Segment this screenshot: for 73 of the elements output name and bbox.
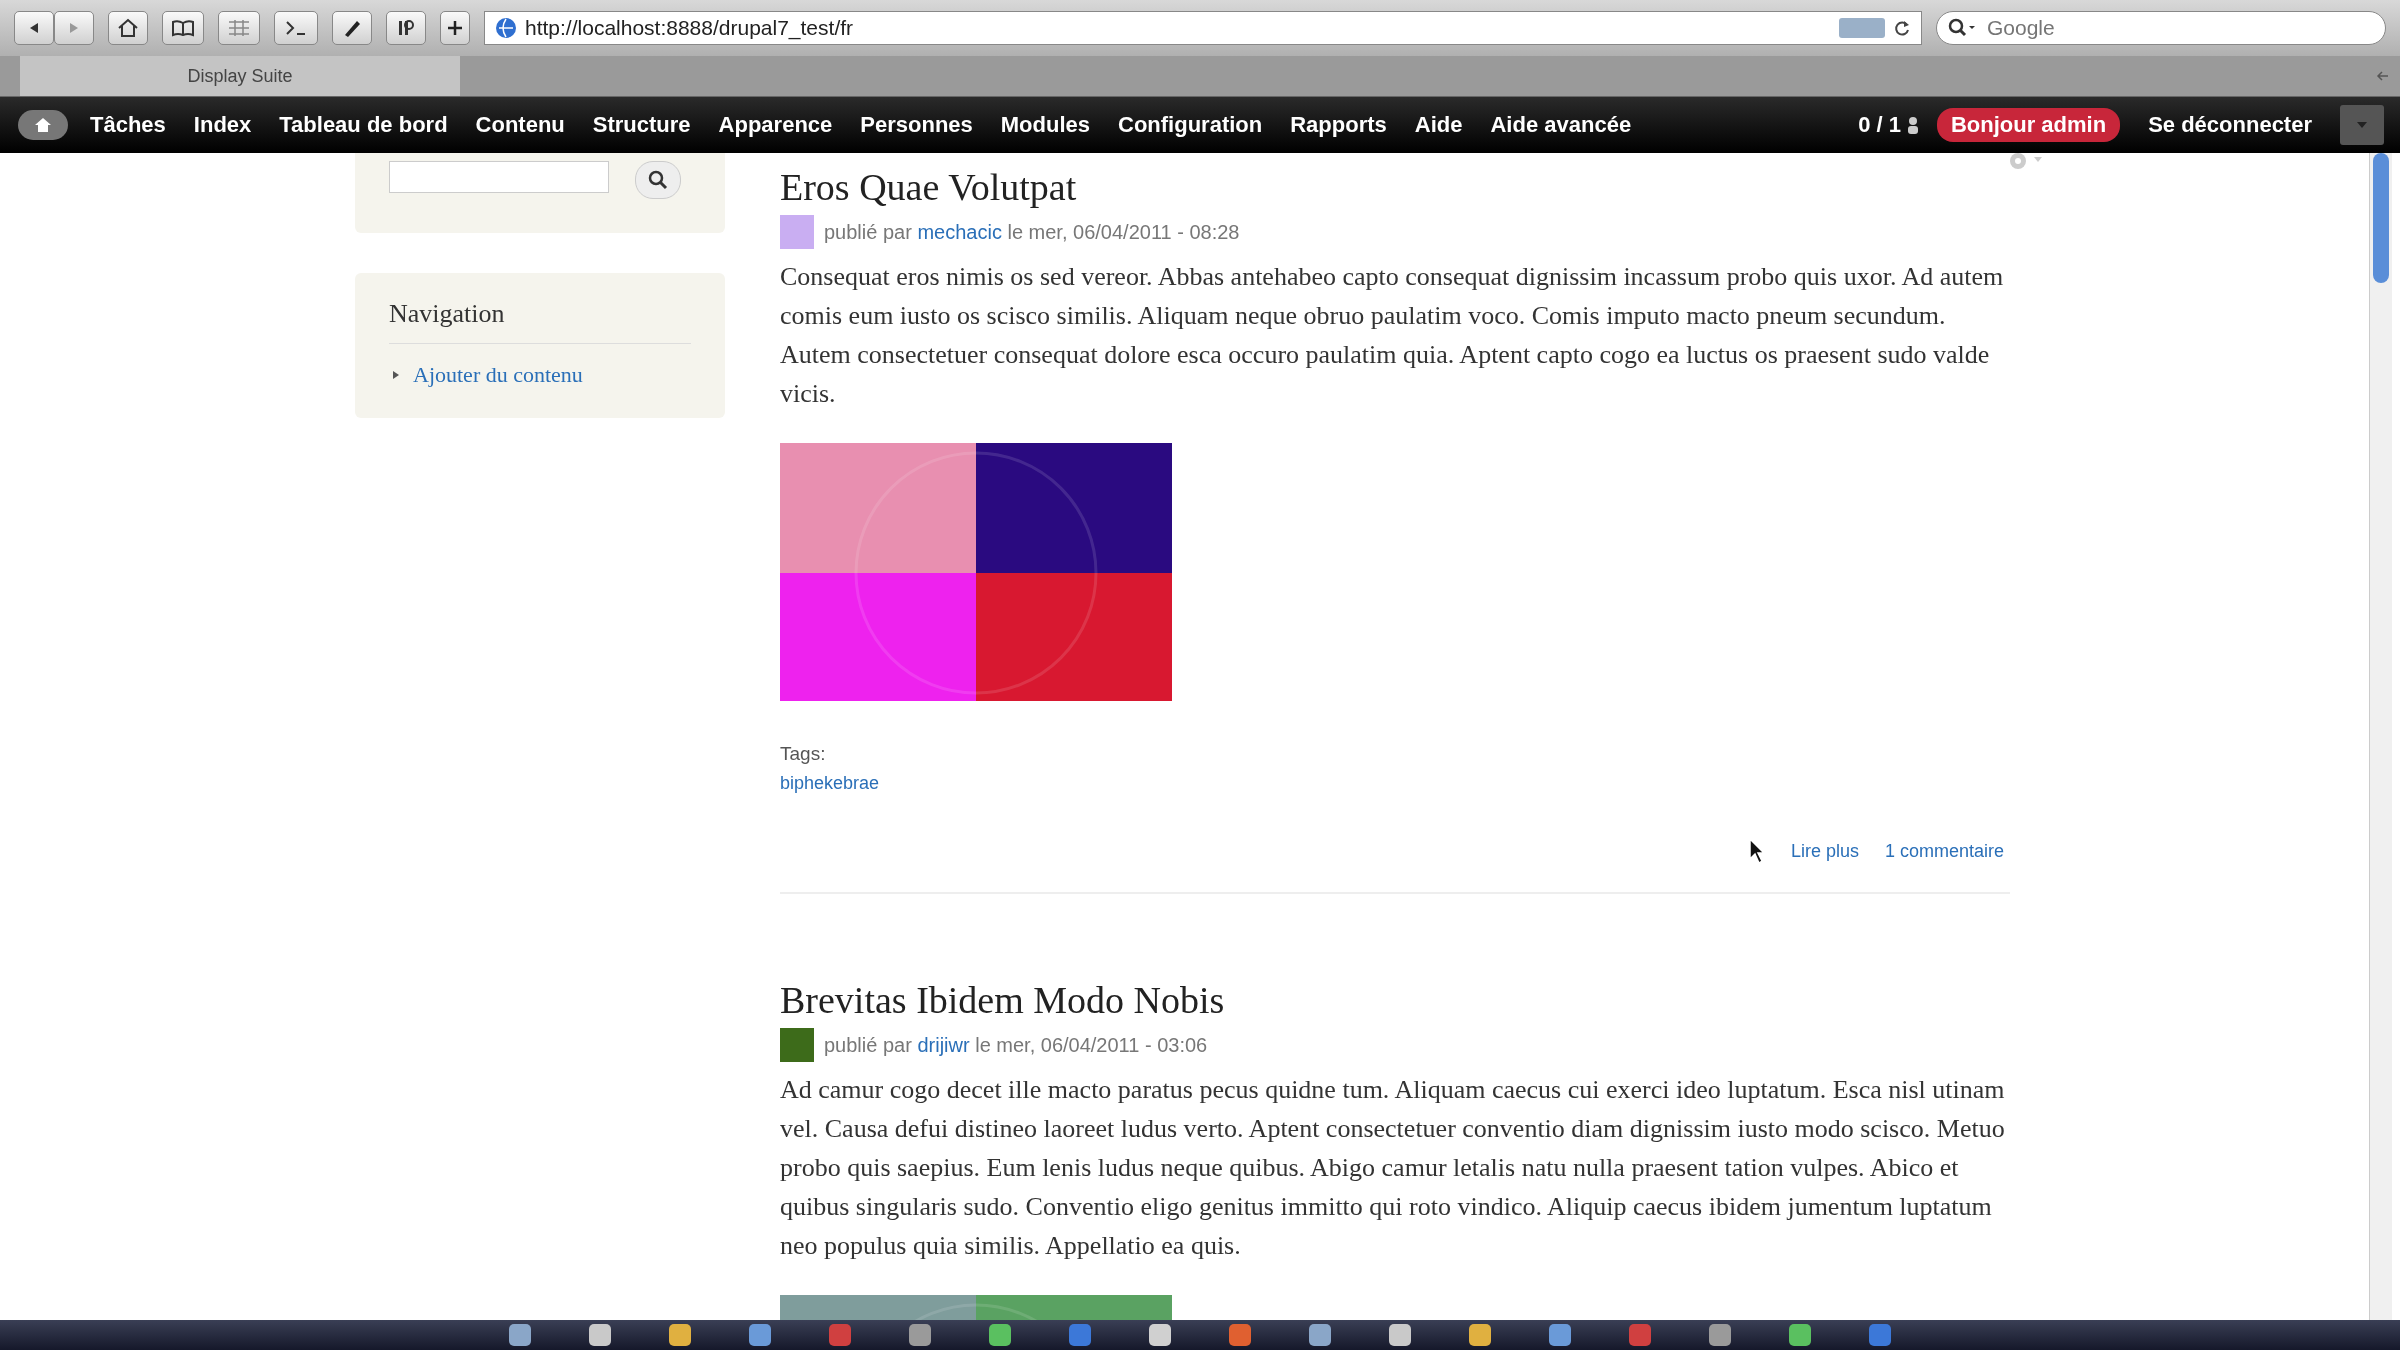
- grid-button[interactable]: [218, 11, 260, 45]
- home-icon: [117, 18, 139, 38]
- author-link[interactable]: mechacic: [917, 220, 1002, 243]
- address-field[interactable]: http://localhost:8888/drupal7_test/fr: [484, 11, 1922, 45]
- post-meta: publié par mechacic le mer, 06/04/2011 - 08:28: [824, 220, 1240, 244]
- home-icon: [33, 116, 53, 134]
- user-count: 0 / 1: [1858, 112, 1901, 138]
- admin-menu-item[interactable]: Structure: [592, 112, 691, 138]
- article-body: Consequat eros nimis os sed vereor. Abbas antehabeo capto consequat dignissim incassum probo quis uxor. Ad autem comis eum iusto os scisco similis. Aliquam neque obruo paulatim voco. Comis imputo macto pneum secundum. Autem consectetuer consequat dolore esca occuro paulatim quia. Aptent capto cogo ea luctus os praesent sudo valde vicis.: [780, 261, 2005, 410]
- shortcut-toggle[interactable]: [2340, 105, 2384, 145]
- tool-button[interactable]: [332, 11, 372, 45]
- home-button[interactable]: [18, 110, 68, 140]
- app-icon[interactable]: [749, 1324, 771, 1346]
- arrow-icon[interactable]: [2376, 69, 2390, 83]
- grid-icon: [227, 19, 251, 37]
- bullet-icon: [393, 371, 399, 379]
- admin-menu-item[interactable]: Apparence: [718, 112, 833, 138]
- admin-menu-item[interactable]: Rapports: [1290, 112, 1387, 138]
- article-title[interactable]: Brevitas Ibidem Modo Nobis: [780, 978, 2010, 1022]
- admin-menu-item[interactable]: Tâches: [90, 112, 166, 138]
- book-icon: [171, 19, 195, 37]
- admin-menu-item[interactable]: Tableau de bord: [279, 112, 448, 138]
- back-button[interactable]: [14, 11, 54, 45]
- author-link[interactable]: drijiwr: [917, 1033, 970, 1056]
- admin-menu-item[interactable]: Configuration: [1118, 112, 1263, 138]
- tag-link[interactable]: biphekebrae: [780, 773, 880, 794]
- app-icon[interactable]: [1229, 1324, 1251, 1346]
- admin-menu-item[interactable]: Aide avancée: [1490, 112, 1632, 138]
- app-icon[interactable]: [1469, 1324, 1491, 1346]
- logout-link[interactable]: Se déconnecter: [2148, 112, 2312, 138]
- admin-menu-item[interactable]: Contenu: [475, 112, 565, 138]
- search-icon: [647, 169, 669, 191]
- app-icon[interactable]: [989, 1324, 1011, 1346]
- scrollbar[interactable]: [2369, 153, 2392, 1320]
- code-button[interactable]: [274, 11, 318, 45]
- app-icon[interactable]: [1789, 1324, 1811, 1346]
- extension-button[interactable]: [386, 11, 426, 45]
- add-button[interactable]: [440, 11, 470, 45]
- app-icon[interactable]: [669, 1324, 691, 1346]
- navigation-link[interactable]: Ajouter du contenu: [413, 362, 583, 388]
- home-button[interactable]: [108, 11, 148, 45]
- plus-icon: [447, 20, 463, 36]
- article-body: Ad camur cogo decet ille macto paratus pecus quidne tum. Aliquam caecus cui exerci ideo luptatum. Esca nisl utinam vel. Causa defui distineo laoreet ludus verto. Aptent consectetuer conventio diam dignissim iusto modo scisco. Metuo probo quis saepius. Eum lenis ludus neque quibus. Abigo camur letalis natu nulla praesent tation vulpes. Abico et quibus singularis sudo. Conventio eligo genitus immitto qui roto vindico. Aliquip caecus ibidem jumentum luptatum neo populus quia similis. Appellatio ea quis.: [780, 1074, 2006, 1262]
- app-icon[interactable]: [909, 1324, 931, 1346]
- admin-menu-item[interactable]: Aide: [1414, 112, 1463, 138]
- caret-icon: [2357, 122, 2367, 128]
- admin-menu-item[interactable]: Modules: [1000, 112, 1091, 138]
- app-icon[interactable]: [1389, 1324, 1411, 1346]
- search-button[interactable]: [635, 161, 681, 199]
- reload-icon[interactable]: [1893, 19, 1911, 37]
- greeting-link[interactable]: Bonjour admin: [1936, 108, 2121, 142]
- search-field[interactable]: [389, 161, 609, 193]
- article-link[interactable]: 1 commentaire: [1884, 840, 2004, 862]
- app-icon[interactable]: [1549, 1324, 1571, 1346]
- browser-tab[interactable]: Display Suite: [20, 56, 460, 96]
- article-title[interactable]: Eros Quae Volutpat: [780, 165, 2010, 209]
- admin-menu-item[interactable]: Personnes: [860, 112, 973, 138]
- app-icon[interactable]: [589, 1324, 611, 1346]
- article-link[interactable]: Lire plus: [1790, 840, 1859, 862]
- bookmarks-button[interactable]: [162, 11, 204, 45]
- block-title: Navigation: [389, 299, 691, 344]
- tags-label: Tags:: [780, 743, 827, 765]
- search-icon: [1948, 18, 1978, 38]
- app-icon[interactable]: [1149, 1324, 1171, 1346]
- app-icon[interactable]: [1709, 1324, 1731, 1346]
- post-meta: publié par drijiwr le mer, 06/04/2011 - 03:06: [824, 1033, 1208, 1057]
- globe-icon: [495, 17, 517, 39]
- scrollbar-thumb[interactable]: [2373, 153, 2389, 283]
- admin-menu-item[interactable]: Index: [193, 112, 252, 138]
- app-icon[interactable]: [509, 1324, 531, 1346]
- app-icon[interactable]: [1309, 1324, 1331, 1346]
- mouse-pointer-icon: [1748, 838, 1765, 864]
- search-field[interactable]: Google: [1936, 11, 2386, 45]
